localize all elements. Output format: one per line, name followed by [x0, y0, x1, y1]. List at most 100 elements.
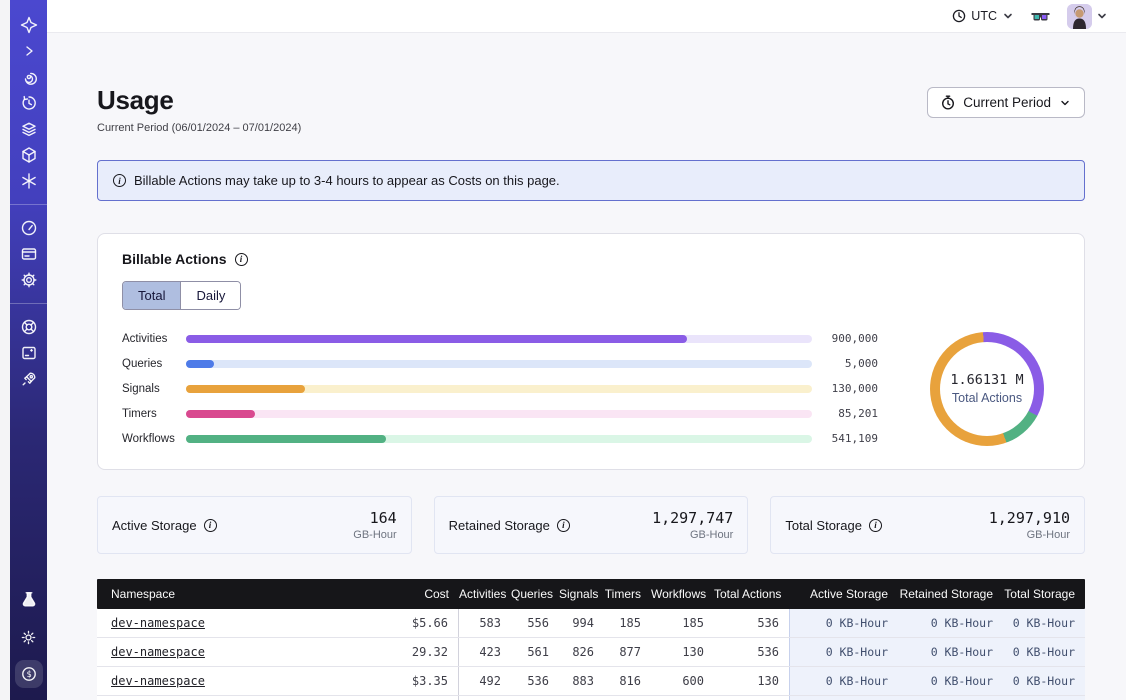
page-subtitle: Current Period (06/01/2024 – 07/01/2024)	[97, 122, 301, 134]
tab-total[interactable]: Total	[123, 282, 180, 309]
info-banner: Billable Actions may take up to 3-4 hour…	[97, 160, 1085, 201]
cell-cost: $3.35	[393, 667, 459, 695]
col-total-actions: Total Actions	[714, 579, 789, 609]
cell-namespace: dev-namespace	[97, 667, 393, 695]
donut-center: 1.66131 M Total Actions	[940, 342, 1034, 436]
col-activities: Activities	[459, 579, 511, 609]
retained-storage-card: Retained Storage 1,297,747GB-Hour	[434, 496, 749, 554]
namespace-link[interactable]: dev-namespace	[111, 616, 205, 630]
bar-row: Timers 85,201	[122, 401, 878, 426]
banner-text: Billable Actions may take up to 3-4 hour…	[134, 173, 560, 188]
bar-track	[186, 435, 812, 443]
namespace-table: Namespace Cost Activities Queries Signal…	[97, 579, 1085, 700]
bar-row: Signals130,000	[122, 376, 878, 401]
cell-queries: 556	[511, 609, 559, 637]
bar-value: 85,201	[812, 407, 878, 420]
active-storage-label: Active Storage	[112, 518, 197, 533]
chevron-down-icon	[1059, 97, 1071, 109]
deployments-cube-icon[interactable]	[16, 142, 42, 168]
temporal-logo-icon[interactable]	[16, 12, 42, 38]
page-content: Usage Current Period (06/01/2024 – 07/01…	[47, 33, 1126, 700]
chevron-down-icon	[1096, 10, 1108, 22]
cell-retained-storage: 0 KB-Hour	[898, 638, 1003, 666]
history-icon[interactable]	[16, 90, 42, 116]
col-queries: Queries	[511, 579, 559, 609]
period-dropdown-label: Current Period	[963, 95, 1051, 110]
cell-total-storage: 0 KB-Hour	[1003, 667, 1085, 695]
info-icon[interactable]	[557, 519, 570, 532]
period-dropdown-button[interactable]: Current Period	[927, 87, 1085, 118]
cell-namespace: dev-namespace	[97, 609, 393, 637]
cost-coin-icon[interactable]: $	[15, 660, 43, 688]
info-icon[interactable]	[235, 253, 248, 266]
cell-activities: 492	[459, 667, 511, 695]
cell-activities: 583	[459, 609, 511, 637]
namespace-link[interactable]: dev-namespace	[111, 674, 205, 688]
cell-timers: 185	[604, 609, 651, 637]
info-icon[interactable]	[869, 519, 882, 532]
col-namespace: Namespace	[97, 579, 393, 609]
cell-total-actions: 536	[714, 638, 789, 666]
bar-track	[186, 385, 812, 393]
billable-actions-card: Billable Actions Total Daily Activities9…	[97, 233, 1085, 470]
getting-started-rocket-icon[interactable]	[16, 366, 42, 392]
settings-gear-icon[interactable]	[16, 267, 42, 293]
active-storage-value: 164	[353, 509, 396, 527]
tab-daily[interactable]: Daily	[180, 282, 240, 309]
col-signals: Signals	[559, 579, 604, 609]
cell-total-actions: 536	[714, 609, 789, 637]
bar-label: Signals	[122, 383, 186, 395]
cell-active-storage: 0 KB-Hour	[789, 609, 898, 637]
retained-storage-value: 1,297,747	[652, 509, 733, 527]
actions-asterisk-icon[interactable]	[16, 168, 42, 194]
info-icon[interactable]	[204, 519, 217, 532]
col-retained-storage: Retained Storage	[898, 579, 1003, 609]
theme-sun-icon[interactable]	[16, 624, 42, 650]
bar-value: 5,000	[812, 357, 878, 370]
namespaces-icon[interactable]	[16, 64, 42, 90]
namespace-link[interactable]: dev-namespace	[111, 645, 205, 659]
cell-activities: 423	[459, 638, 511, 666]
retained-storage-unit: GB-Hour	[652, 529, 733, 541]
app-window: $ UTC Usage Curr	[0, 0, 1126, 700]
bar-label: Timers	[122, 408, 186, 420]
labs-flask-icon[interactable]	[16, 586, 42, 612]
bar-track	[186, 410, 812, 418]
cell-total-storage: 0 KB-Hour	[1003, 609, 1085, 637]
col-active-storage: Active Storage	[789, 579, 898, 609]
billing-icon[interactable]	[16, 241, 42, 267]
bar-fill	[186, 385, 305, 393]
bar-track	[186, 335, 812, 343]
cell-active-storage: 0 KB-Hour	[789, 638, 898, 666]
usage-gauge-icon[interactable]	[16, 215, 42, 241]
goggles-icon[interactable]	[1030, 9, 1051, 23]
bar-track	[186, 360, 812, 368]
chevron-expand-icon[interactable]	[16, 38, 42, 64]
support-lifebuoy-icon[interactable]	[16, 314, 42, 340]
main-area: UTC Usage Current Period (06/01/2024 – 0…	[47, 0, 1126, 700]
bar-fill	[186, 410, 255, 418]
cell-total-storage: 0 KB-Hour	[1003, 638, 1085, 666]
timezone-selector[interactable]: UTC	[952, 9, 1014, 23]
cell-active-storage: 0 KB-Hour	[789, 667, 898, 695]
storage-cards: Active Storage 164GB-Hour Retained Stora…	[97, 496, 1085, 554]
timezone-label: UTC	[971, 9, 997, 23]
table-body: dev-namespace$5.665835569941851855360 KB…	[97, 609, 1085, 696]
bar-row: Workflows541,109	[122, 426, 878, 451]
billable-actions-title: Billable Actions	[122, 251, 227, 267]
bar-value: 541,109	[812, 432, 878, 445]
bar-value: 900,000	[812, 332, 878, 345]
bar-chart: Activities900,000Queries5,000Signals130,…	[122, 326, 878, 451]
avatar	[1067, 4, 1092, 29]
cell-namespace: dev-namespace	[97, 638, 393, 666]
docs-icon[interactable]	[16, 340, 42, 366]
cell-queries: 561	[511, 638, 559, 666]
topbar: UTC	[47, 0, 1126, 33]
active-storage-unit: GB-Hour	[353, 529, 396, 541]
user-menu[interactable]	[1067, 4, 1108, 29]
layers-icon[interactable]	[16, 116, 42, 142]
total-actions-label: Total Actions	[952, 391, 1022, 405]
total-storage-card: Total Storage 1,297,910GB-Hour	[770, 496, 1085, 554]
bar-label: Queries	[122, 358, 186, 370]
cell-total-actions: 130	[714, 667, 789, 695]
